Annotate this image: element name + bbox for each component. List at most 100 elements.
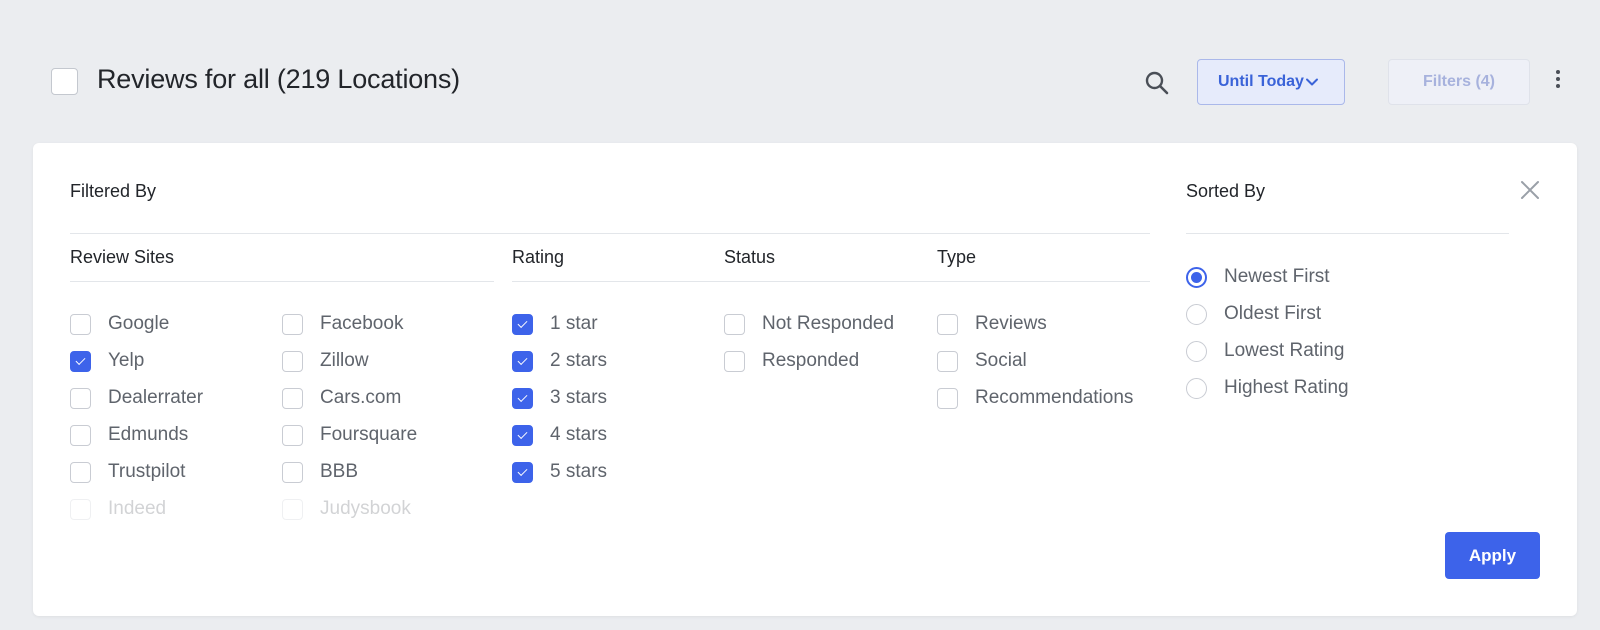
option-label: BBB <box>320 461 359 482</box>
type-option-reviews[interactable]: Reviews <box>937 313 1047 335</box>
site-option-google[interactable]: Google <box>70 313 169 335</box>
site-option-judysbook[interactable]: Judysbook <box>282 498 411 520</box>
option-label: 3 stars <box>550 387 608 408</box>
option-label: Edmunds <box>108 424 189 445</box>
status-option-not-responded[interactable]: Not Responded <box>724 313 894 335</box>
option-label: Indeed <box>108 498 167 519</box>
checkbox[interactable] <box>70 313 91 335</box>
date-range-dropdown[interactable]: Until Today <box>1197 59 1345 105</box>
select-all-checkbox[interactable] <box>51 68 78 95</box>
checkbox[interactable] <box>282 498 303 520</box>
site-option-facebook[interactable]: Facebook <box>282 313 403 335</box>
option-label: 5 stars <box>550 461 608 482</box>
radio-button[interactable] <box>1186 340 1207 362</box>
option-label: Dealerrater <box>108 387 204 408</box>
page-title: Reviews for all (219 Locations) <box>97 64 460 94</box>
divider <box>70 281 494 282</box>
option-label: Lowest Rating <box>1224 340 1345 361</box>
site-option-zillow[interactable]: Zillow <box>282 350 369 372</box>
checkbox[interactable] <box>512 424 533 446</box>
site-option-foursquare[interactable]: Foursquare <box>282 424 417 446</box>
search-icon <box>1145 71 1169 95</box>
site-option-dealerrater[interactable]: Dealerrater <box>70 387 203 409</box>
sort-option-highest[interactable]: Highest Rating <box>1186 377 1349 399</box>
filters-button[interactable]: Filters (4) <box>1388 59 1530 105</box>
option-label: 1 star <box>550 313 598 334</box>
sort-option-newest[interactable]: Newest First <box>1186 266 1330 288</box>
type-heading: Type <box>937 247 977 267</box>
rating-option-2[interactable]: 2 stars <box>512 350 607 372</box>
option-label: Oldest First <box>1224 303 1322 324</box>
filtered-by-heading: Filtered By <box>70 181 157 201</box>
kebab-menu-icon <box>1556 70 1560 74</box>
option-label: Judysbook <box>320 498 411 519</box>
checkbox[interactable] <box>937 387 958 409</box>
filters-label: Filters (4) <box>1422 73 1495 90</box>
status-option-responded[interactable]: Responded <box>724 350 859 372</box>
checkbox[interactable] <box>282 461 303 483</box>
checkbox[interactable] <box>512 350 533 372</box>
site-option-edmunds[interactable]: Edmunds <box>70 424 188 446</box>
checkbox[interactable] <box>282 387 303 409</box>
checkbox[interactable] <box>512 461 533 483</box>
sort-option-oldest[interactable]: Oldest First <box>1186 303 1321 325</box>
checkbox[interactable] <box>512 387 533 409</box>
checkbox[interactable] <box>512 313 533 335</box>
checkbox[interactable] <box>70 350 91 372</box>
review-sites-heading: Review Sites <box>70 247 175 267</box>
more-options-button[interactable] <box>1548 66 1568 92</box>
radio-button[interactable] <box>1186 377 1207 399</box>
type-option-social[interactable]: Social <box>937 350 1027 372</box>
chevron-down-icon <box>1306 78 1318 86</box>
checkbox[interactable] <box>937 350 958 372</box>
checkbox[interactable] <box>70 424 91 446</box>
rating-heading: Rating <box>512 247 565 267</box>
checkbox[interactable] <box>282 424 303 446</box>
checkbox[interactable] <box>282 313 303 335</box>
kebab-dot <box>1556 84 1560 88</box>
checkbox[interactable] <box>937 313 958 335</box>
rating-option-5[interactable]: 5 stars <box>512 461 607 483</box>
radio-button[interactable] <box>1186 303 1207 325</box>
filter-panel: Filtered By Sorted By Review Sites Ratin… <box>33 143 1577 616</box>
type-option-recommendations[interactable]: Recommendations <box>937 387 1133 409</box>
kebab-dot <box>1556 77 1560 81</box>
divider <box>512 281 1150 282</box>
option-label: Responded <box>762 350 860 371</box>
option-label: Recommendations <box>975 387 1134 408</box>
option-label: Social <box>975 350 1027 371</box>
rating-option-4[interactable]: 4 stars <box>512 424 607 446</box>
option-label: Trustpilot <box>108 461 186 482</box>
checkbox[interactable] <box>70 498 91 520</box>
site-option-trustpilot[interactable]: Trustpilot <box>70 461 185 483</box>
site-option-bbb[interactable]: BBB <box>282 461 358 483</box>
option-label: Facebook <box>320 313 404 334</box>
checkbox[interactable] <box>282 350 303 372</box>
search-button[interactable] <box>1140 66 1174 100</box>
option-label: Zillow <box>320 350 369 371</box>
close-icon[interactable] <box>1519 179 1541 201</box>
page-header: Reviews for all (219 Locations) Until To… <box>0 0 1600 140</box>
status-heading: Status <box>724 247 776 267</box>
option-label: Reviews <box>975 313 1047 334</box>
option-label: Not Responded <box>762 313 895 334</box>
sort-option-lowest[interactable]: Lowest Rating <box>1186 340 1344 362</box>
site-option-cars-com[interactable]: Cars.com <box>282 387 401 409</box>
option-label: Foursquare <box>320 424 418 445</box>
checkbox[interactable] <box>724 313 745 335</box>
checkbox[interactable] <box>70 387 91 409</box>
checkbox[interactable] <box>70 461 91 483</box>
rating-option-3[interactable]: 3 stars <box>512 387 607 409</box>
rating-option-1[interactable]: 1 star <box>512 313 598 335</box>
site-option-indeed[interactable]: Indeed <box>70 498 166 520</box>
divider <box>70 233 1150 234</box>
radio-button[interactable] <box>1186 266 1207 288</box>
date-range-label: Until Today <box>1218 73 1304 90</box>
option-label: Cars.com <box>320 387 402 408</box>
option-label: Newest First <box>1224 266 1330 287</box>
option-label: Yelp <box>108 350 145 371</box>
site-option-yelp[interactable]: Yelp <box>70 350 144 372</box>
apply-button[interactable]: Apply <box>1445 532 1540 579</box>
option-label: Google <box>108 313 170 334</box>
checkbox[interactable] <box>724 350 745 372</box>
